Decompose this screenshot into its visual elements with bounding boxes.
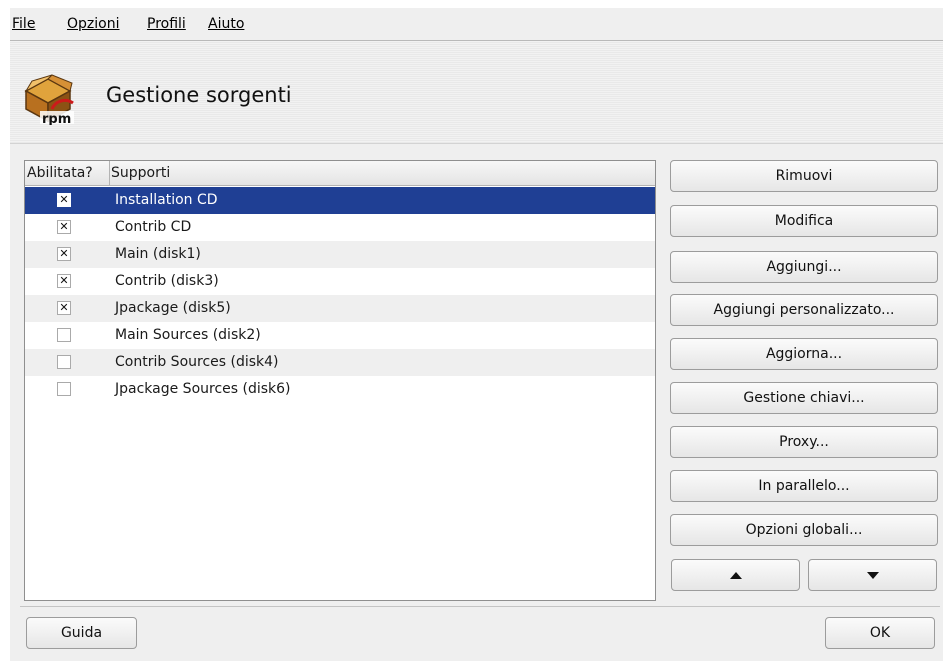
header-banner: rpm Gestione sorgenti xyxy=(10,41,943,144)
media-name: Main (disk1) xyxy=(115,246,201,262)
add-custom-button[interactable]: Aggiungi personalizzato... xyxy=(670,294,938,326)
list-row[interactable]: ✕ Contrib CD xyxy=(25,214,655,241)
manage-keys-button[interactable]: Gestione chiavi... xyxy=(670,382,938,414)
remove-button[interactable]: Rimuovi xyxy=(670,160,938,192)
list-row[interactable]: ✕ Main (disk1) xyxy=(25,241,655,268)
menu-options[interactable]: Opzioni xyxy=(67,16,119,32)
list-row[interactable]: ✕ Installation CD xyxy=(25,187,655,214)
media-name: Contrib Sources (disk4) xyxy=(115,354,279,370)
menu-profiles-label: Profili xyxy=(147,16,186,32)
menu-help-label: Aiuto xyxy=(208,16,245,32)
list-row[interactable]: Main Sources (disk2) xyxy=(25,322,655,349)
column-header-media[interactable]: Supporti xyxy=(111,165,170,181)
menubar: File Opzioni Profili Aiuto xyxy=(10,8,943,41)
footer-divider xyxy=(20,606,940,607)
list-row[interactable]: Contrib Sources (disk4) xyxy=(25,349,655,376)
media-name: Jpackage (disk5) xyxy=(115,300,231,316)
media-list[interactable]: Abilitata? Supporti ✕ Installation CD ✕ … xyxy=(24,160,656,601)
ok-button[interactable]: OK xyxy=(825,617,935,649)
column-divider xyxy=(109,161,110,185)
enabled-checkbox[interactable]: ✕ xyxy=(57,301,71,315)
triangle-down-icon xyxy=(867,572,879,579)
list-row[interactable]: ✕ Jpackage (disk5) xyxy=(25,295,655,322)
enabled-checkbox[interactable] xyxy=(57,382,71,396)
list-row[interactable]: ✕ Contrib (disk3) xyxy=(25,268,655,295)
media-name: Jpackage Sources (disk6) xyxy=(115,381,291,397)
help-button[interactable]: Guida xyxy=(26,617,137,649)
menu-profiles[interactable]: Profili xyxy=(147,16,186,32)
enabled-checkbox[interactable]: ✕ xyxy=(57,193,71,207)
menu-file-label: File xyxy=(12,16,36,32)
triangle-up-icon xyxy=(730,572,742,579)
media-name: Contrib (disk3) xyxy=(115,273,219,289)
page-title: Gestione sorgenti xyxy=(106,83,292,107)
enabled-checkbox[interactable] xyxy=(57,355,71,369)
enabled-checkbox[interactable]: ✕ xyxy=(57,247,71,261)
enabled-checkbox[interactable]: ✕ xyxy=(57,274,71,288)
main-window: File Opzioni Profili Aiuto rpm Gestione … xyxy=(10,8,943,661)
move-up-button[interactable] xyxy=(671,559,800,591)
media-name: Contrib CD xyxy=(115,219,192,235)
list-rows: ✕ Installation CD ✕ Contrib CD ✕ Main (d… xyxy=(25,187,655,403)
svg-text:rpm: rpm xyxy=(42,112,71,125)
menu-options-label: Opzioni xyxy=(67,16,120,32)
enabled-checkbox[interactable]: ✕ xyxy=(57,220,71,234)
add-button[interactable]: Aggiungi... xyxy=(670,251,938,283)
list-row[interactable]: Jpackage Sources (disk6) xyxy=(25,376,655,403)
update-button[interactable]: Aggiorna... xyxy=(670,338,938,370)
move-down-button[interactable] xyxy=(808,559,937,591)
media-name: Installation CD xyxy=(115,192,218,208)
proxy-button[interactable]: Proxy... xyxy=(670,426,938,458)
global-options-button[interactable]: Opzioni globali... xyxy=(670,514,938,546)
media-name: Main Sources (disk2) xyxy=(115,327,261,343)
list-header: Abilitata? Supporti xyxy=(25,161,655,186)
enabled-checkbox[interactable] xyxy=(57,328,71,342)
parallel-button[interactable]: In parallelo... xyxy=(670,470,938,502)
rpm-box-icon: rpm xyxy=(24,74,74,125)
column-header-enabled[interactable]: Abilitata? xyxy=(27,165,93,181)
edit-button[interactable]: Modifica xyxy=(670,205,938,237)
menu-file[interactable]: File xyxy=(12,16,35,32)
menu-help[interactable]: Aiuto xyxy=(208,16,244,32)
